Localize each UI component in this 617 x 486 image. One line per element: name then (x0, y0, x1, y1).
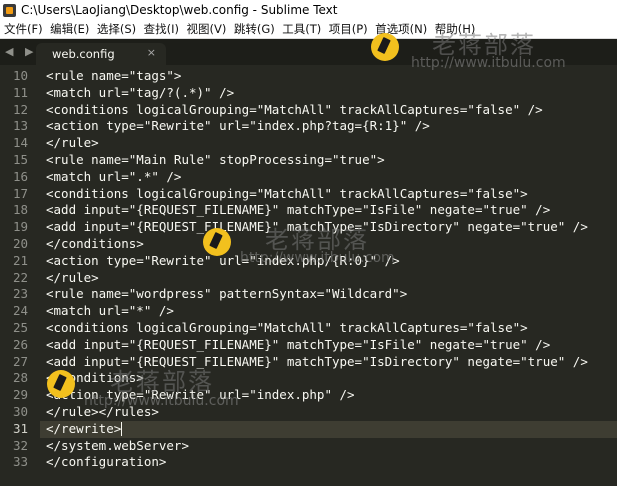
line-number: 17 (12, 185, 28, 201)
line-number: 26 (12, 336, 28, 352)
menu-goto[interactable]: 跳转(G) (230, 21, 278, 37)
code-text: <conditions logicalGrouping="MatchAll" t… (46, 320, 528, 335)
line-number: 23 (12, 286, 28, 302)
code-line[interactable]: <add input="{REQUEST_FILENAME}" matchTyp… (46, 354, 588, 371)
menu-find[interactable]: 查找(I) (140, 21, 183, 37)
code-text: <match url=".*" /> (46, 168, 182, 184)
code-text: </rewrite> (46, 420, 122, 436)
line-number: 16 (12, 168, 28, 184)
code-line[interactable]: <rule name="Main Rule" stopProcessing="t… (46, 152, 385, 169)
window-title: C:\Users\LaoJiang\Desktop\web.config - S… (21, 3, 338, 17)
menu-bar: 文件(F) 编辑(E) 选择(S) 查找(I) 视图(V) 跳转(G) 工具(T… (0, 20, 617, 39)
code-line[interactable]: <add input="{REQUEST_FILENAME}" matchTyp… (46, 202, 550, 219)
code-text: <action type="Rewrite" url="index.php/{R… (46, 252, 400, 268)
code-line[interactable]: </rewrite> (46, 420, 123, 438)
code-text: </conditions> (46, 236, 144, 251)
code-text: <match url="*" /> (46, 303, 174, 319)
line-number: 22 (12, 269, 28, 285)
code-line[interactable]: <add input="{REQUEST_FILENAME}" matchTyp… (46, 337, 550, 354)
code-text: <action type="Rewrite" url="index.php" /… (46, 387, 355, 403)
code-line[interactable]: </conditions> (46, 370, 144, 387)
line-number: 24 (12, 303, 28, 319)
code-text: </rule> (46, 269, 99, 285)
code-text: <conditions logicalGrouping="MatchAll" t… (46, 185, 528, 201)
line-number: 13 (12, 118, 28, 134)
tab-label: web.config (52, 47, 115, 61)
code-line[interactable]: <action type="Rewrite" url="index.php?ta… (46, 118, 430, 135)
code-line[interactable]: <add input="{REQUEST_FILENAME}" matchTyp… (46, 219, 588, 236)
code-line[interactable]: <conditions logicalGrouping="MatchAll" t… (46, 102, 543, 119)
code-editor[interactable]: 10 11 12 13 14 15 16 17 18 19 20 21 22 23 24 25 26 27 28 29… (0, 65, 617, 486)
menu-file[interactable]: 文件(F) (0, 21, 46, 37)
line-number: 19 (12, 219, 28, 235)
code-text: <add input="{REQUEST_FILENAME}" matchTyp… (46, 353, 588, 369)
code-text: <rule name="Main Rule" stopProcessing="t… (46, 152, 385, 167)
close-icon[interactable]: × (147, 46, 156, 59)
line-number: 14 (12, 135, 28, 151)
code-line[interactable]: </configuration> (46, 454, 166, 471)
code-text: <conditions logicalGrouping="MatchAll" t… (46, 101, 543, 117)
menu-view[interactable]: 视图(V) (183, 21, 230, 37)
code-line[interactable]: </rule></rules> (46, 404, 159, 421)
line-number: 20 (12, 236, 28, 251)
line-number: 32 (12, 437, 28, 453)
line-number-gutter: 10 11 12 13 14 15 16 17 18 19 20 21 22 23 24 25 26 27 28 29… (0, 65, 40, 486)
code-text: <match url="tag/?(.*)" /> (46, 84, 235, 100)
tab-web-config[interactable]: web.config × (36, 43, 166, 65)
menu-preferences[interactable]: 首选项(N) (371, 21, 431, 37)
code-line[interactable]: <match url="tag/?(.*)" /> (46, 85, 234, 102)
code-text: <action type="Rewrite" url="index.php?ta… (46, 118, 430, 134)
line-number: 12 (12, 101, 28, 117)
code-text: </rule> (46, 135, 99, 151)
tab-bar: ◀ ▶ web.config × (0, 39, 617, 65)
code-text: <rule name="wordpress" patternSyntax="Wi… (46, 286, 408, 302)
code-line[interactable]: </rule> (46, 270, 99, 287)
line-number: 15 (12, 152, 28, 167)
code-line[interactable]: </system.webServer> (46, 438, 189, 455)
line-number: 29 (12, 387, 28, 403)
line-number: 33 (12, 454, 28, 470)
code-text: <add input="{REQUEST_FILENAME}" matchTyp… (46, 202, 551, 218)
sublime-app-icon (3, 3, 16, 17)
code-line[interactable]: </rule> (46, 135, 99, 152)
code-line[interactable]: </conditions> (46, 236, 144, 253)
line-number: 31 (12, 420, 28, 436)
code-line[interactable]: <match url="*" /> (46, 303, 174, 320)
line-number: 11 (12, 84, 28, 100)
code-line[interactable]: <rule name="wordpress" patternSyntax="Wi… (46, 286, 407, 303)
line-number: 18 (12, 202, 28, 218)
line-number: 28 (12, 370, 28, 386)
menu-selection[interactable]: 选择(S) (93, 21, 140, 37)
title-bar: C:\Users\LaoJiang\Desktop\web.config - S… (0, 0, 617, 20)
menu-edit[interactable]: 编辑(E) (46, 21, 93, 37)
menu-tools[interactable]: 工具(T) (278, 21, 325, 37)
tab-nav-arrows-icon[interactable]: ◀ ▶ (5, 45, 37, 58)
text-caret (121, 422, 123, 437)
code-line[interactable]: <action type="Rewrite" url="index.php" /… (46, 387, 355, 404)
code-line[interactable]: <rule name="tags"> (46, 68, 181, 85)
code-text: <add input="{REQUEST_FILENAME}" matchTyp… (46, 336, 551, 352)
line-number: 21 (12, 252, 28, 268)
menu-project[interactable]: 项目(P) (325, 21, 371, 37)
active-line-highlight (40, 420, 617, 438)
code-line[interactable]: <match url=".*" /> (46, 169, 181, 186)
line-number: 25 (12, 320, 28, 335)
line-number: 27 (12, 353, 28, 369)
code-line[interactable]: <action type="Rewrite" url="index.php/{R… (46, 253, 400, 270)
code-line[interactable]: <conditions logicalGrouping="MatchAll" t… (46, 186, 528, 203)
line-number: 10 (12, 68, 28, 83)
menu-help[interactable]: 帮助(H) (431, 21, 479, 37)
code-text: </rule></rules> (46, 404, 159, 419)
code-text: </system.webServer> (46, 437, 189, 453)
code-text: </configuration> (46, 454, 167, 470)
code-text: <add input="{REQUEST_FILENAME}" matchTyp… (46, 219, 588, 235)
code-text: </conditions> (46, 370, 144, 386)
line-number: 30 (12, 404, 28, 419)
code-line[interactable]: <conditions logicalGrouping="MatchAll" t… (46, 320, 528, 337)
code-text: <rule name="tags"> (46, 68, 182, 83)
